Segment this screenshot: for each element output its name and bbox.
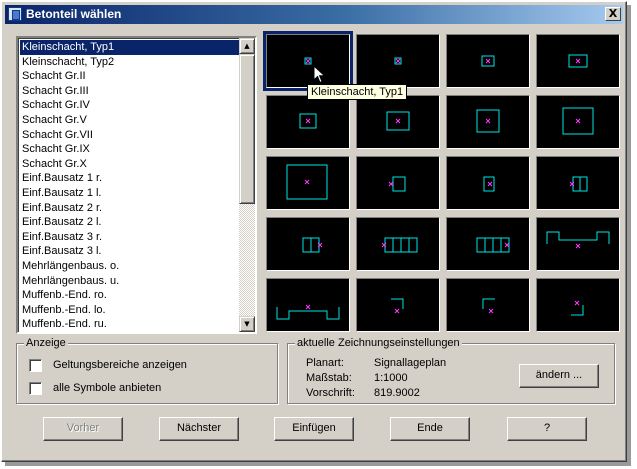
symbol-tile[interactable]: [356, 95, 440, 149]
mouse-pointer-icon: [313, 65, 326, 84]
symbol-drawing: [568, 54, 588, 68]
list-item[interactable]: Schacht Gr.II: [20, 69, 239, 84]
symbol-drawing: [562, 107, 594, 135]
next-button[interactable]: Nächster: [159, 417, 239, 441]
vorschrift-value: 819.9002: [374, 387, 420, 399]
list-item[interactable]: Einf.Bausatz 1 r.: [20, 171, 239, 186]
scroll-thumb[interactable]: [239, 54, 255, 204]
symbol-drawing: [482, 298, 495, 314]
list-item[interactable]: Schacht Gr.X: [20, 157, 239, 172]
massstab-label: Maßstab:: [306, 372, 352, 384]
list-item[interactable]: Schacht Gr.III: [20, 84, 239, 99]
symbol-tile[interactable]: [266, 278, 350, 332]
massstab-value: 1:1000: [374, 372, 408, 384]
dialog-window: Betonteil wählen X Kleinschacht, Typ1 Kle…: [1, 1, 627, 462]
symbol-drawing: [476, 109, 500, 133]
symbol-tile[interactable]: [266, 95, 350, 149]
end-button[interactable]: Ende: [390, 417, 470, 441]
list-item[interactable]: Muffenb.-End. ru.: [20, 317, 239, 332]
vorschrift-label: Vorschrift:: [306, 387, 355, 399]
list-item[interactable]: Schacht Gr.V: [20, 113, 239, 128]
symbol-tile[interactable]: [536, 95, 620, 149]
anzeige-legend: Anzeige: [24, 337, 68, 349]
list-item[interactable]: Schacht Gr.IV: [20, 98, 239, 113]
list-item[interactable]: Kleinschacht, Typ1: [20, 40, 239, 55]
symbol-tile[interactable]: [446, 217, 530, 271]
drawing-settings-group: aktuelle Zeichnungseinstellungen Planart…: [287, 337, 615, 404]
symbol-drawing: [302, 237, 323, 253]
list-item[interactable]: Einf.Bausatz 3 l.: [20, 244, 239, 259]
symbol-drawing: [276, 304, 340, 320]
symbol-drawing: [394, 57, 402, 65]
close-button[interactable]: X: [605, 7, 621, 21]
symbol-drawing: [571, 300, 584, 316]
list-item[interactable]: Muffenb.-End. ro.: [20, 288, 239, 303]
planart-value: Signallageplan: [374, 357, 447, 369]
alle-symbole-option[interactable]: alle Symbole anbieten: [29, 380, 161, 396]
symbol-tile[interactable]: [536, 34, 620, 88]
symbol-tile[interactable]: [356, 156, 440, 210]
list-item[interactable]: Einf.Bausatz 2 l.: [20, 215, 239, 230]
scroll-up-arrow-icon[interactable]: ▲: [239, 38, 255, 54]
symbol-tile[interactable]: [446, 95, 530, 149]
scroll-down-arrow-icon[interactable]: ▼: [239, 316, 255, 332]
symbol-drawing: [546, 231, 610, 249]
symbol-tile[interactable]: [266, 217, 350, 271]
symbol-drawing: [299, 113, 317, 129]
insert-button[interactable]: Einfügen: [274, 417, 354, 441]
symbol-drawing: [569, 176, 588, 192]
list-item[interactable]: Einf.Bausatz 1 l.: [20, 186, 239, 201]
alle-symbole-checkbox[interactable]: [29, 381, 42, 395]
list-item[interactable]: Schacht Gr.IX: [20, 142, 239, 157]
symbol-drawing: [481, 55, 495, 67]
planart-label: Planart:: [306, 357, 344, 369]
symbol-tile[interactable]: [536, 217, 620, 271]
list-scrollbar[interactable]: ▲ ▼: [239, 38, 255, 332]
component-listbox[interactable]: Kleinschacht, Typ1 Kleinschacht, Typ2 Scha…: [16, 36, 257, 334]
symbol-tile[interactable]: [536, 278, 620, 332]
symbol-tile[interactable]: [263, 31, 353, 91]
back-button[interactable]: Vorher: [43, 417, 123, 441]
window-title: Betonteil wählen: [26, 7, 122, 21]
geltungsbereiche-label: Geltungsbereiche anzeigen: [53, 359, 187, 371]
symbol-tooltip: Kleinschacht, Typ1: [307, 84, 408, 100]
help-button[interactable]: ?: [507, 417, 587, 441]
symbol-tile[interactable]: [536, 156, 620, 210]
app-icon: [8, 7, 22, 21]
change-settings-button[interactable]: ändern ...: [519, 364, 599, 388]
list-item[interactable]: Schacht Gr.VII: [20, 128, 239, 143]
symbol-drawing: [391, 298, 404, 314]
symbol-drawing: [381, 237, 418, 253]
symbol-drawing: [476, 237, 510, 253]
symbol-tile[interactable]: [356, 34, 440, 88]
title-bar[interactable]: Betonteil wählen X: [5, 5, 623, 24]
symbol-drawing: [286, 164, 328, 200]
list-item[interactable]: Muffenb.-End. lu.: [20, 332, 239, 333]
list-item[interactable]: Mehrlängenbaus. u.: [20, 274, 239, 289]
symbol-drawing: [304, 57, 312, 65]
symbol-drawing: [483, 176, 495, 192]
list-item[interactable]: Mehrlängenbaus. o.: [20, 259, 239, 274]
list-item[interactable]: Einf.Bausatz 2 r.: [20, 201, 239, 216]
symbol-tile[interactable]: [446, 156, 530, 210]
geltungsbereiche-checkbox[interactable]: [29, 358, 42, 372]
symbol-drawing: [388, 176, 406, 192]
component-list: Kleinschacht, Typ1 Kleinschacht, Typ2 Scha…: [20, 40, 239, 333]
geltungsbereiche-option[interactable]: Geltungsbereiche anzeigen: [29, 357, 187, 373]
symbol-tile[interactable]: [446, 34, 530, 88]
anzeige-group: Anzeige Geltungsbereiche anzeigen alle S…: [16, 337, 278, 404]
symbol-tile[interactable]: [446, 278, 530, 332]
symbol-drawing: [386, 111, 410, 131]
alle-symbole-label: alle Symbole anbieten: [53, 382, 162, 394]
list-item[interactable]: Einf.Bausatz 3 r.: [20, 230, 239, 245]
settings-legend: aktuelle Zeichnungseinstellungen: [295, 337, 462, 349]
symbol-tile[interactable]: [266, 156, 350, 210]
list-item[interactable]: Muffenb.-End. lo.: [20, 303, 239, 318]
symbol-tile[interactable]: [356, 278, 440, 332]
symbol-tile[interactable]: [356, 217, 440, 271]
list-item[interactable]: Kleinschacht, Typ2: [20, 55, 239, 70]
